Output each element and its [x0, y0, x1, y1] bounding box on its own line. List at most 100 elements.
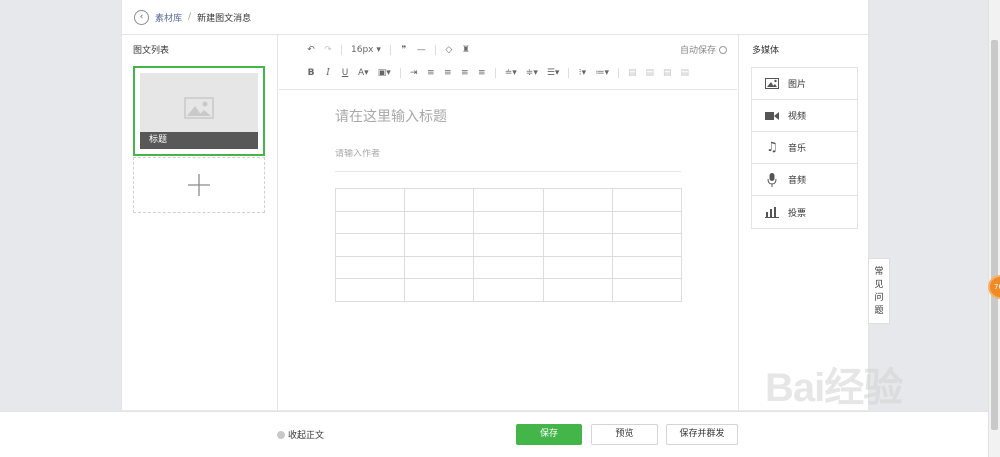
table-cell[interactable] — [542, 278, 613, 302]
float-none-icon[interactable]: ▤ — [681, 67, 690, 79]
image-placeholder-icon — [184, 97, 214, 119]
toolbar-divider — [341, 45, 342, 55]
toolbar-divider — [399, 68, 401, 78]
title-input[interactable] — [335, 109, 681, 125]
image-icon — [765, 78, 779, 90]
breadcrumb-separator: / — [188, 12, 192, 22]
italic-icon[interactable]: I — [324, 67, 332, 79]
media-item-label: 投票 — [788, 208, 807, 219]
underline-icon[interactable]: U — [341, 67, 349, 79]
article-card-title: 标题 — [140, 132, 258, 149]
table-cell[interactable] — [404, 210, 475, 235]
multimedia-list: 图片 视频 ♫ 音乐 音频 投票 — [751, 67, 858, 229]
row-spacing-top-icon[interactable]: ≐▾ — [505, 67, 517, 79]
table-row — [334, 233, 683, 257]
eraser-icon[interactable]: ◇ — [445, 44, 453, 56]
video-icon — [765, 110, 779, 122]
toolbar-row-2: B I U A▾ ▣▾ ⇥ ≡ ≡ ≡ ≡ ≐▾ ≑▾ ☰▾ ⁝▾ ≔▾ ▤ ▤… — [307, 66, 698, 80]
media-item-label: 视频 — [788, 112, 807, 122]
table-cell[interactable] — [611, 255, 683, 280]
breadcrumb: ‹ 素材库 / 新建图文消息 — [122, 0, 870, 35]
toolbar-divider — [617, 68, 619, 78]
article-card[interactable]: 标题 — [133, 66, 265, 156]
align-left-icon[interactable]: ≡ — [427, 67, 435, 79]
hr-icon[interactable]: — — [417, 44, 426, 56]
toolbar-divider — [568, 68, 570, 78]
plus-icon — [188, 174, 210, 196]
table-cell[interactable] — [542, 233, 613, 257]
table-cell[interactable] — [611, 233, 683, 257]
article-list-panel: 图文列表 标题 — [122, 35, 278, 410]
undo-icon[interactable]: ↶ — [307, 44, 315, 56]
multimedia-title: 多媒体 — [752, 46, 780, 56]
table-cell[interactable] — [334, 233, 406, 257]
indent-icon[interactable]: ⇥ — [410, 67, 418, 79]
float-right-icon[interactable]: ▤ — [663, 67, 672, 79]
clock-icon — [719, 45, 727, 54]
align-center-icon[interactable]: ≡ — [444, 67, 452, 79]
row-spacing-bottom-icon[interactable]: ≑▾ — [526, 67, 538, 79]
bold-icon[interactable]: B — [307, 67, 315, 79]
ordered-list-icon[interactable]: ≔▾ — [595, 67, 609, 79]
table-cell[interactable] — [404, 233, 475, 257]
font-size-select[interactable]: 16px ▾ — [351, 44, 381, 56]
float-left-icon[interactable]: ▤ — [628, 67, 637, 79]
editor-body — [279, 91, 737, 410]
table-cell[interactable] — [404, 255, 475, 280]
table-cell[interactable] — [473, 188, 544, 212]
table-cell[interactable] — [473, 233, 544, 257]
table-cell[interactable] — [404, 278, 475, 302]
page-scrollbar[interactable] — [988, 0, 1000, 457]
breadcrumb-current: 新建图文消息 — [197, 13, 252, 24]
save-and-send-button[interactable]: 保存并群发 — [666, 424, 738, 445]
collapse-body-toggle[interactable]: 收起正文 — [277, 428, 324, 441]
media-item-music[interactable]: ♫ 音乐 — [752, 132, 857, 164]
media-item-image[interactable]: 图片 — [752, 68, 857, 100]
font-color-icon[interactable]: A▾ — [358, 67, 369, 79]
line-height-icon[interactable]: ☰▾ — [547, 67, 560, 79]
vote-chart-icon — [765, 206, 779, 218]
autosave-toggle[interactable]: 自动保存 — [680, 43, 727, 56]
table-cell[interactable] — [611, 210, 683, 235]
quote-icon[interactable]: ❞ — [400, 44, 408, 56]
table-cell[interactable] — [542, 188, 613, 212]
align-justify-icon[interactable]: ≡ — [478, 67, 486, 79]
table-cell[interactable] — [334, 188, 406, 212]
author-input[interactable] — [335, 149, 681, 172]
toolbar-divider — [389, 45, 391, 55]
editor-toolbar: ↶ ↷ 16px ▾ ❞ — ◇ ♜ 自动保存 B I U A▾ ▣▾ ⇥ ≡ … — [279, 35, 737, 90]
table-cell[interactable] — [542, 210, 613, 235]
align-right-icon[interactable]: ≡ — [461, 67, 469, 79]
float-center-icon[interactable]: ▤ — [645, 67, 654, 79]
redo-icon[interactable]: ↷ — [324, 44, 332, 56]
article-list-title: 图文列表 — [133, 46, 170, 56]
save-button[interactable]: 保存 — [516, 424, 582, 445]
scrollbar-thumb[interactable] — [991, 40, 998, 430]
table-cell[interactable] — [473, 278, 544, 302]
back-arrow-icon[interactable]: ‹ — [134, 9, 149, 25]
font-size-value: 16px — [351, 45, 374, 55]
media-item-audio[interactable]: 音频 — [752, 164, 857, 196]
table-cell[interactable] — [334, 278, 406, 302]
toolbar-divider — [494, 68, 496, 78]
table-cell[interactable] — [334, 210, 406, 235]
table-row — [334, 210, 683, 235]
table-cell[interactable] — [542, 255, 613, 280]
format-brush-icon[interactable]: ♜ — [462, 44, 470, 56]
content-table[interactable] — [334, 188, 683, 302]
add-article-button[interactable] — [133, 157, 265, 213]
table-cell[interactable] — [404, 188, 475, 212]
table-cell[interactable] — [611, 188, 683, 212]
table-cell[interactable] — [473, 255, 544, 280]
bg-color-icon[interactable]: ▣▾ — [378, 67, 391, 79]
table-cell[interactable] — [473, 210, 544, 235]
media-item-vote[interactable]: 投票 — [752, 196, 857, 228]
table-cell[interactable] — [611, 278, 683, 302]
unordered-list-icon[interactable]: ⁝▾ — [578, 67, 586, 79]
faq-tab[interactable]: 常见问题 — [868, 258, 890, 324]
autosave-label: 自动保存 — [679, 46, 716, 56]
table-cell[interactable] — [334, 255, 406, 280]
media-item-video[interactable]: 视频 — [752, 100, 857, 132]
breadcrumb-library-link[interactable]: 素材库 — [155, 11, 182, 24]
preview-button[interactable]: 预览 — [591, 424, 658, 445]
